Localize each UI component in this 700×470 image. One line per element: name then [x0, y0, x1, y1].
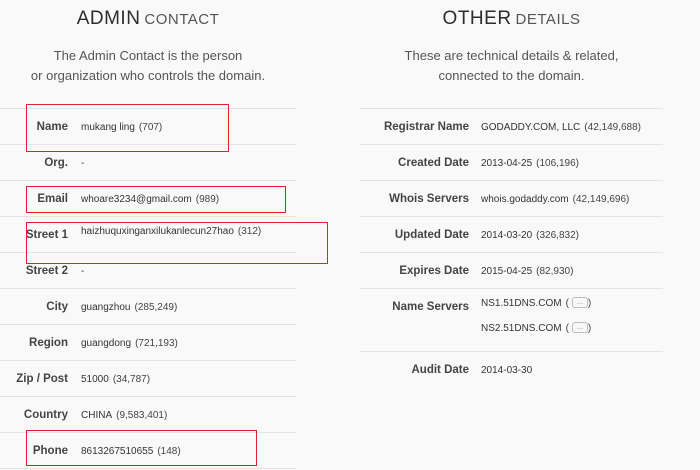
row-count[interactable]: (312) — [238, 226, 261, 237]
description-line: The Admin Contact is the person — [53, 48, 243, 63]
row-count[interactable]: (9,583,401) — [116, 410, 167, 421]
row-count[interactable]: (82,930) — [536, 266, 573, 277]
table-row-org: Org. - — [0, 144, 296, 180]
row-label: Phone — [32, 445, 68, 457]
row-label: City — [46, 301, 68, 313]
description-line: connected to the domain. — [438, 68, 585, 83]
row-count[interactable]: (42,149,688) — [584, 122, 641, 133]
row-count[interactable]: (326,832) — [536, 230, 579, 241]
row-value[interactable]: whoare3234@gmail.com (989) — [81, 181, 219, 218]
row-label: Street 1 — [25, 229, 68, 241]
row-label: Country — [23, 409, 68, 421]
row-count[interactable]: (989) — [196, 194, 219, 205]
other-details-description: These are technical details & related, c… — [360, 46, 663, 86]
row-count[interactable]: (148) — [157, 446, 180, 457]
row-value[interactable]: 2013-04-25 (106,196) — [481, 145, 579, 182]
row-count[interactable]: (721,193) — [135, 338, 178, 349]
row-count[interactable]: (707) — [139, 122, 162, 133]
row-value[interactable]: mukang ling (707) — [81, 109, 162, 146]
row-value[interactable]: guangdong (721,193) — [81, 325, 178, 362]
table-row-whois-servers: Whois Servers whois.godaddy.com (42,149,6… — [360, 180, 663, 216]
table-row-created: Created Date 2013-04-25 (106,196) — [360, 144, 663, 180]
name-server-2[interactable]: NS2.51DNS.COM(...) — [481, 314, 591, 344]
table-row-city: City guangzhou (285,249) — [0, 288, 296, 324]
heading-light: CONTACT — [144, 11, 220, 28]
table-row-updated: Updated Date 2014-03-20 (326,832) — [360, 216, 663, 252]
table-row-street-2: Street 2 - — [0, 252, 296, 288]
row-label: Registrar Name — [383, 121, 469, 133]
table-row-registrar: Registrar Name GODADDY.COM, LLC (42,149,6… — [360, 108, 663, 144]
table-row-name: Name mukang ling (707) — [0, 108, 296, 144]
row-count[interactable]: (42,149,696) — [573, 194, 630, 205]
table-row-phone: Phone 8613267510655 (148) — [0, 432, 296, 468]
other-details-heading: OTHER DETAILS — [360, 8, 663, 30]
row-value: 2014-03-30 — [481, 365, 533, 376]
admin-contact-description: The Admin Contact is the person or organ… — [0, 46, 296, 86]
row-value[interactable]: 8613267510655 (148) — [81, 433, 181, 470]
row-label: Name Servers — [392, 301, 469, 313]
row-count[interactable]: (285,249) — [135, 302, 178, 313]
row-label: Org. — [44, 157, 68, 169]
row-label: Name — [36, 121, 68, 133]
admin-contact-table: Name mukang ling (707) Org. - Email whoar… — [0, 108, 296, 469]
table-row-street-1: Street 1 haizhuquxinganxilukanlecun27hao… — [0, 216, 296, 252]
row-count[interactable]: (106,196) — [536, 158, 579, 169]
admin-contact-heading: ADMIN CONTACT — [0, 8, 296, 30]
row-label: Region — [29, 337, 68, 349]
row-label: Created Date — [398, 157, 469, 169]
table-row-region: Region guangdong (721,193) — [0, 324, 296, 360]
heading-strong: ADMIN — [76, 8, 141, 29]
row-value[interactable]: 2015-04-25 (82,930) — [481, 253, 573, 290]
table-row-expires: Expires Date 2015-04-25 (82,930) — [360, 252, 663, 288]
row-value[interactable]: GODADDY.COM, LLC (42,149,688) — [481, 109, 641, 146]
row-value[interactable]: whois.godaddy.com (42,149,696) — [481, 181, 629, 218]
row-value: - — [81, 158, 85, 169]
other-details-table: Registrar Name GODADDY.COM, LLC (42,149,6… — [360, 108, 663, 387]
row-label: Audit Date — [411, 364, 470, 376]
row-value[interactable]: 2014-03-20 (326,832) — [481, 217, 579, 254]
heading-light: DETAILS — [515, 11, 581, 28]
row-label: Whois Servers — [389, 193, 469, 205]
table-row-audit-date: Audit Date 2014-03-30 — [360, 351, 663, 387]
row-label: Updated Date — [394, 229, 469, 241]
row-value: - — [81, 266, 85, 277]
description-line: These are technical details & related, — [404, 48, 619, 63]
row-label: Zip / Post — [16, 373, 68, 385]
row-count[interactable]: (34,787) — [113, 374, 150, 385]
description-line: or organization who controls the domain. — [30, 68, 266, 83]
row-label: Email — [37, 193, 68, 205]
row-label: Expires Date — [399, 265, 469, 277]
table-row-country: Country CHINA (9,583,401) — [0, 396, 296, 432]
table-row-email: Email whoare3234@gmail.com (989) — [0, 180, 296, 216]
table-row-zip: Zip / Post 51000 (34,787) — [0, 360, 296, 396]
row-value[interactable]: guangzhou (285,249) — [81, 289, 177, 326]
row-value[interactable]: 51000 (34,787) — [81, 361, 150, 398]
expand-ns1-button[interactable]: ... — [571, 296, 588, 308]
row-value[interactable]: CHINA (9,583,401) — [81, 397, 167, 434]
row-label: Street 2 — [25, 265, 68, 277]
table-row-name-servers: Name Servers NS1.51DNS.COM(...) NS2.51DN… — [360, 288, 663, 351]
expand-ns2-button[interactable]: ... — [571, 321, 588, 333]
heading-strong: OTHER — [442, 8, 512, 29]
row-value[interactable]: haizhuquxinganxilukanlecun27hao (312) — [81, 217, 261, 247]
